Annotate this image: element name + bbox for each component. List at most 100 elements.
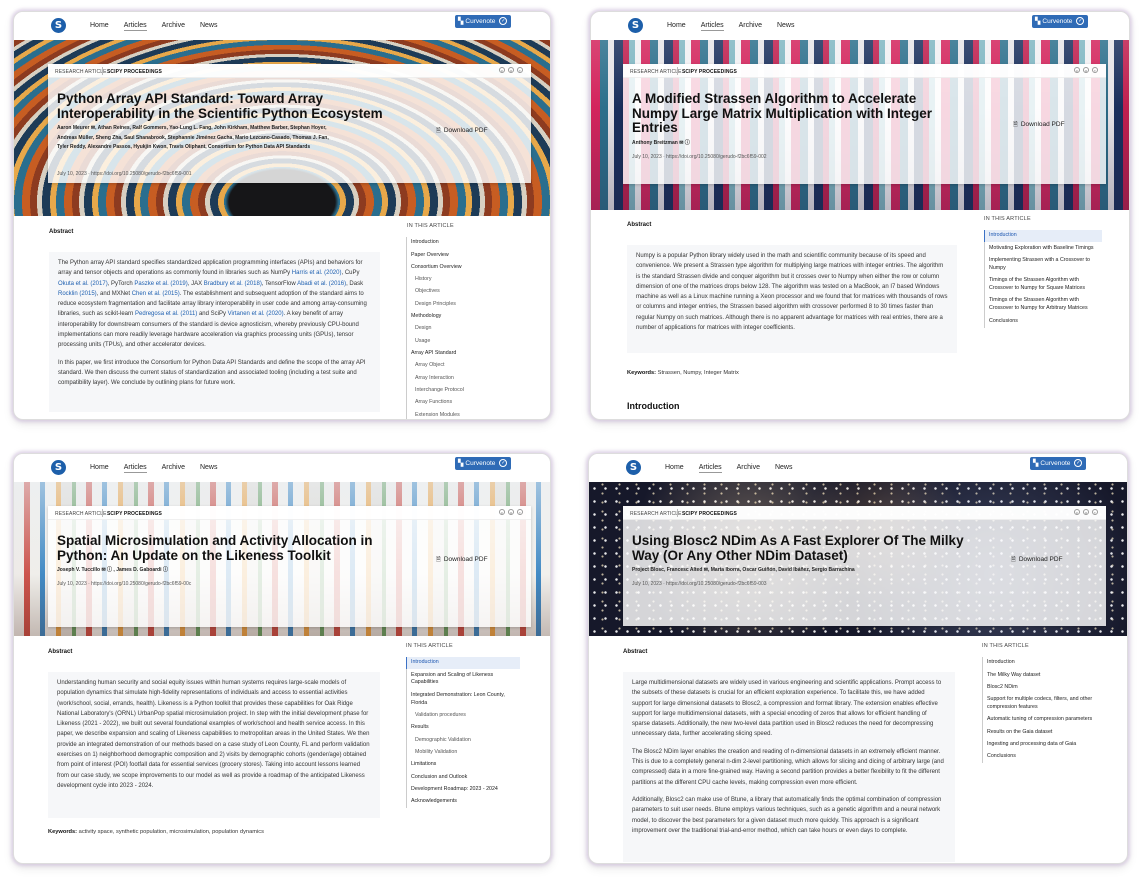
nav-home[interactable]: Home bbox=[90, 22, 109, 31]
curvenote-circle-icon: ✓ bbox=[1076, 17, 1085, 26]
toc-item[interactable]: Validation procedures bbox=[406, 709, 520, 723]
toc-item[interactable]: Automatic tuning of compression paramete… bbox=[982, 714, 1100, 727]
toc-item[interactable]: Mobility Validation bbox=[406, 746, 520, 760]
scipy-logo-icon[interactable]: S bbox=[51, 460, 66, 475]
toc-item[interactable]: Results bbox=[406, 722, 520, 735]
scipy-logo-icon[interactable]: S bbox=[626, 460, 641, 475]
curvenote-circle-icon: ✓ bbox=[499, 459, 508, 468]
toc-item[interactable]: Paper Overview bbox=[406, 249, 526, 262]
nav-archive[interactable]: Archive bbox=[162, 22, 185, 31]
toc-item-active[interactable]: Introduction bbox=[406, 657, 520, 670]
download-pdf-button[interactable]: 🗎 Download PDF bbox=[436, 555, 488, 565]
cc-icon: c bbox=[499, 509, 505, 515]
toc-item[interactable]: Implementing Strassen with a Crossover t… bbox=[984, 254, 1102, 275]
toc-item[interactable]: Timings of the Strassen Algorithm with C… bbox=[984, 274, 1102, 296]
toc-list: Introduction Paper Overview Consortium O… bbox=[406, 237, 526, 419]
toc-item[interactable]: Blosc2 NDim bbox=[982, 681, 1100, 694]
nav-articles[interactable]: Articles bbox=[700, 22, 724, 31]
download-pdf-button[interactable]: 🗎 Download PDF bbox=[1011, 555, 1063, 565]
curvenote-grid-icon: ▚ bbox=[458, 460, 464, 467]
nav-articles[interactable]: Articles bbox=[123, 464, 147, 473]
toc-item[interactable]: Array Functions bbox=[406, 397, 526, 410]
curvenote-button[interactable]: ▚ Curvenote ✓ bbox=[1032, 15, 1089, 28]
curvenote-circle-icon: ✓ bbox=[1074, 459, 1083, 468]
date-doi[interactable]: July 10, 2023 · https://doi.org/10.25080… bbox=[632, 154, 767, 160]
venue-link[interactable]: SCIPY PROCEEDINGS bbox=[107, 511, 162, 517]
author-list: Aaron Meurer ✉, Athan Reines, Ralf Gomme… bbox=[57, 125, 329, 150]
browser-window-strassen: S Home Articles Archive News ▚ Curvenote ✓… bbox=[590, 11, 1130, 420]
date-doi[interactable]: July 10, 2023 · https://doi.org/10.25080… bbox=[57, 171, 192, 177]
toc-item[interactable]: Objectives bbox=[406, 286, 526, 299]
curvenote-grid-icon: ▚ bbox=[458, 18, 464, 25]
toc-item[interactable]: Design Principles bbox=[406, 298, 526, 311]
nav-archive[interactable]: Archive bbox=[162, 464, 185, 473]
toc-item[interactable]: Acknowledgements bbox=[406, 796, 520, 809]
toc-item[interactable]: Usage bbox=[406, 335, 526, 348]
toc-item[interactable]: Consortium Overview bbox=[406, 261, 526, 274]
browser-window-array-api: S Home Articles Archive News ▚ Curvenote ✓… bbox=[13, 11, 551, 420]
toc-item[interactable]: History bbox=[406, 273, 526, 287]
nav-archive[interactable]: Archive bbox=[739, 22, 762, 31]
venue-link[interactable]: SCIPY PROCEEDINGS bbox=[682, 511, 737, 517]
toc-item[interactable]: Integrated Demonstration: Leon County, F… bbox=[406, 689, 520, 710]
toc-item[interactable]: Conclusions bbox=[982, 751, 1100, 764]
nav-news[interactable]: News bbox=[200, 464, 218, 473]
toc-item[interactable]: Array Object bbox=[406, 360, 526, 373]
venue-link[interactable]: SCIPY PROCEEDINGS bbox=[682, 69, 737, 75]
scipy-logo-icon[interactable]: S bbox=[628, 18, 643, 33]
curvenote-button[interactable]: ▚ Curvenote ✓ bbox=[455, 15, 512, 28]
cc-icon: c bbox=[1074, 509, 1080, 515]
nav-home[interactable]: Home bbox=[665, 464, 684, 473]
scipy-logo-icon[interactable]: S bbox=[51, 18, 66, 33]
keywords: Keywords: activity space, synthetic popu… bbox=[48, 829, 264, 835]
document-icon: 🗎 bbox=[1011, 557, 1016, 563]
toc-item[interactable]: Methodology bbox=[406, 310, 526, 324]
toc-item[interactable]: Limitations bbox=[406, 759, 520, 772]
open-access-icon: o bbox=[508, 509, 514, 515]
toc-item[interactable]: Timings of the Strassen Algorithm with C… bbox=[984, 295, 1102, 316]
document-icon: 🗎 bbox=[436, 557, 441, 563]
toc-item[interactable]: Conclusions bbox=[984, 315, 1102, 328]
nav-articles[interactable]: Articles bbox=[123, 22, 147, 31]
nav-news[interactable]: News bbox=[775, 464, 793, 473]
date-doi[interactable]: July 10, 2023 · https://doi.org/10.25080… bbox=[632, 581, 767, 587]
toc-item[interactable]: Motivating Exploration with Baseline Tim… bbox=[984, 242, 1102, 255]
date-doi[interactable]: July 10, 2023 · https://doi.org/10.25080… bbox=[57, 581, 191, 587]
toc-item[interactable]: Support for multiple codecs, filters, an… bbox=[982, 693, 1100, 715]
article-title: Spatial Microsimulation and Activity All… bbox=[57, 533, 373, 563]
abstract-box: Numpy is a popular Python library widely… bbox=[627, 245, 957, 353]
nav-archive[interactable]: Archive bbox=[737, 464, 760, 473]
download-pdf-button[interactable]: 🗎 Download PDF bbox=[1013, 120, 1065, 130]
nav-home[interactable]: Home bbox=[90, 464, 109, 473]
toc-item[interactable]: The Milky Way dataset bbox=[982, 669, 1100, 682]
venue-link[interactable]: SCIPY PROCEEDINGS bbox=[107, 69, 162, 75]
toc-item-active[interactable]: Introduction bbox=[984, 230, 1102, 243]
nav-home[interactable]: Home bbox=[667, 22, 686, 31]
curvenote-button[interactable]: ▚ Curvenote ✓ bbox=[455, 457, 512, 470]
curvenote-button[interactable]: ▚ Curvenote ✓ bbox=[1030, 457, 1087, 470]
toc-item[interactable]: Demographic Validation bbox=[406, 734, 520, 747]
toc-item[interactable]: Extension Modules bbox=[406, 409, 526, 419]
toc-item[interactable]: Interchange Protocol bbox=[406, 384, 526, 398]
article-header-card: RESEARCH ARTICLE SCIPY PROCEEDINGS c o ▪ S… bbox=[48, 506, 531, 627]
article-title: Python Array API Standard: Toward Array … bbox=[57, 91, 383, 121]
toc-item[interactable]: Array API Standard bbox=[406, 347, 526, 361]
toc-item[interactable]: Introduction bbox=[982, 657, 1100, 670]
toc-heading: IN THIS ARTICLE bbox=[984, 216, 1031, 222]
document-icon: 🗎 bbox=[436, 128, 441, 134]
download-pdf-button[interactable]: 🗎 Download PDF bbox=[436, 126, 488, 136]
nav-articles[interactable]: Articles bbox=[698, 464, 722, 473]
toc-heading: IN THIS ARTICLE bbox=[407, 223, 454, 229]
toc-item[interactable]: Ingesting and processing data of Gaia bbox=[982, 738, 1100, 752]
toc-item[interactable]: Design bbox=[406, 323, 526, 336]
toc-item[interactable]: Expansion and Scaling of Likeness Capabi… bbox=[406, 669, 520, 690]
toc-item[interactable]: Results on the Gaia dataset bbox=[982, 726, 1100, 739]
nav-news[interactable]: News bbox=[200, 22, 218, 31]
abstract-box: The Python array API standard specifies … bbox=[49, 252, 380, 412]
top-navbar: S Home Articles Archive News ▚ Curvenote ✓ bbox=[14, 454, 550, 482]
toc-item[interactable]: Conclusion and Outlook bbox=[406, 771, 520, 784]
toc-item[interactable]: Array Interaction bbox=[406, 372, 526, 385]
toc-item[interactable]: Introduction bbox=[406, 237, 526, 250]
toc-item[interactable]: Development Roadmap: 2023 - 2024 bbox=[406, 783, 520, 796]
nav-news[interactable]: News bbox=[777, 22, 795, 31]
